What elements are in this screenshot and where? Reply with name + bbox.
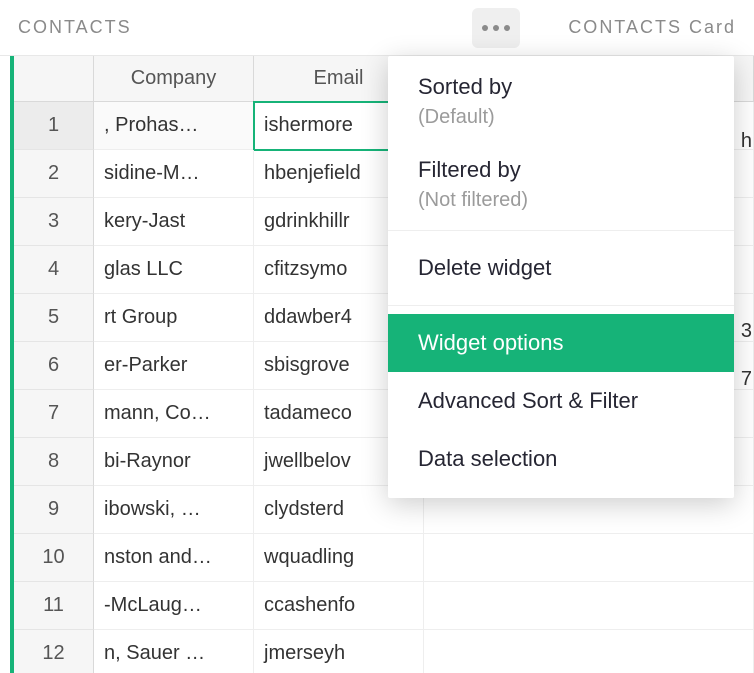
menu-data-selection[interactable]: Data selection — [388, 430, 734, 488]
menu-divider — [388, 305, 734, 306]
cell-email[interactable]: jmerseyh — [254, 630, 424, 673]
sorted-by-value: (Default) — [418, 106, 704, 129]
ellipsis-icon — [482, 25, 510, 31]
cell-email[interactable]: wquadling — [254, 534, 424, 582]
cell-company[interactable]: rt Group — [94, 294, 254, 342]
filter-section[interactable]: Filtered by (Not filtered) — [388, 139, 734, 222]
cell-company[interactable]: n, Sauer … — [94, 630, 254, 673]
row-number[interactable]: 2 — [14, 150, 94, 198]
cell-rest[interactable] — [424, 630, 754, 673]
sort-section[interactable]: Sorted by (Default) — [388, 56, 734, 139]
filtered-by-label: Filtered by — [418, 157, 704, 183]
row-number[interactable]: 5 — [14, 294, 94, 342]
column-header-company[interactable]: Company — [94, 56, 254, 102]
cell-company[interactable]: ibowski, … — [94, 486, 254, 534]
tab-contacts-card[interactable]: CONTACTS Card — [550, 17, 754, 38]
menu-divider — [388, 230, 734, 231]
row-header-corner — [14, 56, 94, 102]
tab-bar: CONTACTS CONTACTS Card — [0, 0, 754, 56]
widget-menu-dropdown: Sorted by (Default) Filtered by (Not fil… — [388, 56, 734, 498]
row-number[interactable]: 10 — [14, 534, 94, 582]
clipped-text: 3 — [741, 320, 752, 343]
row-number[interactable]: 8 — [14, 438, 94, 486]
row-number[interactable]: 11 — [14, 582, 94, 630]
cell-company[interactable]: er-Parker — [94, 342, 254, 390]
menu-widget-options[interactable]: Widget options — [388, 314, 734, 372]
row-number[interactable]: 9 — [14, 486, 94, 534]
widget-menu-button[interactable] — [472, 8, 520, 48]
cell-company[interactable]: kery-Jast — [94, 198, 254, 246]
row-number[interactable]: 6 — [14, 342, 94, 390]
tab-contacts[interactable]: CONTACTS — [0, 17, 150, 38]
row-number[interactable]: 3 — [14, 198, 94, 246]
cell-company[interactable]: bi-Raynor — [94, 438, 254, 486]
cell-email[interactable]: ccashenfo — [254, 582, 424, 630]
cell-company[interactable]: mann, Co… — [94, 390, 254, 438]
cell-company[interactable]: sidine-M… — [94, 150, 254, 198]
row-number[interactable]: 4 — [14, 246, 94, 294]
menu-delete-widget[interactable]: Delete widget — [388, 239, 734, 297]
sorted-by-label: Sorted by — [418, 74, 704, 100]
cell-company[interactable]: , Prohas… — [94, 102, 254, 150]
menu-advanced-sort-filter[interactable]: Advanced Sort & Filter — [388, 372, 734, 430]
cell-company[interactable]: glas LLC — [94, 246, 254, 294]
cell-company[interactable]: -McLaug… — [94, 582, 254, 630]
row-number[interactable]: 7 — [14, 390, 94, 438]
cell-company[interactable]: nston and… — [94, 534, 254, 582]
filtered-by-value: (Not filtered) — [418, 189, 704, 212]
cell-rest[interactable] — [424, 534, 754, 582]
row-number[interactable]: 12 — [14, 630, 94, 673]
row-number[interactable]: 1 — [14, 102, 94, 150]
clipped-text: h — [741, 130, 752, 153]
clipped-text: 7 — [741, 368, 752, 391]
cell-rest[interactable] — [424, 582, 754, 630]
